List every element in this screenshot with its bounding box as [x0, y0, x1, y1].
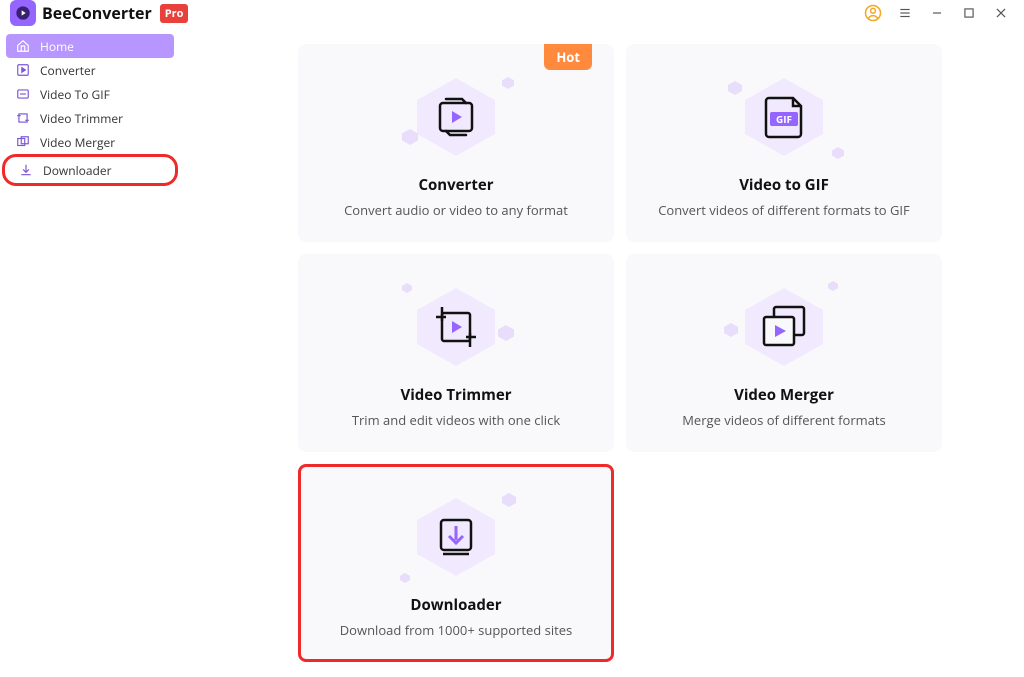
- sidebar-item-merger[interactable]: Video Merger: [6, 130, 174, 154]
- merger-icon: [724, 277, 844, 377]
- close-icon[interactable]: [992, 4, 1010, 22]
- merge-icon: [16, 135, 30, 149]
- sidebar: Home Converter Video To GIF Video Trimme…: [0, 26, 180, 677]
- brand-name: BeeConverter: [42, 2, 152, 24]
- sidebar-item-label: Video To GIF: [40, 86, 110, 103]
- downloader-icon: [396, 487, 516, 587]
- svg-text:GIF: GIF: [776, 112, 792, 126]
- card-title: Converter: [418, 175, 493, 195]
- sidebar-highlight: Downloader: [2, 154, 178, 186]
- minimize-icon[interactable]: [928, 4, 946, 22]
- card-merger[interactable]: Video Merger Merge videos of different f…: [626, 254, 942, 452]
- window-controls: [864, 4, 1014, 22]
- sidebar-item-downloader[interactable]: Downloader: [9, 158, 171, 182]
- account-icon[interactable]: [864, 4, 882, 22]
- sidebar-item-gif[interactable]: Video To GIF: [6, 82, 174, 106]
- gif-icon: [16, 87, 30, 101]
- card-desc: Convert audio or video to any format: [344, 201, 568, 219]
- card-trimmer[interactable]: Video Trimmer Trim and edit videos with …: [298, 254, 614, 452]
- card-converter[interactable]: Hot Converter Convert audio or vi: [298, 44, 614, 242]
- trim-icon: [16, 111, 30, 125]
- play-icon: [16, 63, 30, 77]
- download-icon: [19, 163, 33, 177]
- brand: BeeConverter Pro: [10, 0, 188, 26]
- brand-logo-icon: [10, 0, 36, 26]
- card-downloader[interactable]: Downloader Download from 1000+ supported…: [298, 464, 614, 662]
- trimmer-icon: [396, 277, 516, 377]
- card-desc: Convert videos of different formats to G…: [658, 201, 910, 219]
- gif-icon: GIF: [724, 67, 844, 167]
- sidebar-item-label: Video Trimmer: [40, 110, 123, 127]
- sidebar-item-converter[interactable]: Converter: [6, 58, 174, 82]
- card-title: Video Trimmer: [400, 385, 511, 405]
- sidebar-item-label: Home: [40, 38, 74, 55]
- main-content: Hot Converter Convert audio or vi: [180, 26, 1024, 677]
- maximize-icon[interactable]: [960, 4, 978, 22]
- sidebar-item-label: Converter: [40, 62, 96, 79]
- hot-badge: Hot: [544, 44, 592, 70]
- home-icon: [16, 39, 30, 53]
- card-title: Downloader: [410, 595, 501, 615]
- sidebar-item-label: Video Merger: [40, 134, 115, 151]
- card-desc: Download from 1000+ supported sites: [340, 621, 573, 639]
- sidebar-item-trimmer[interactable]: Video Trimmer: [6, 106, 174, 130]
- brand-pro-badge: Pro: [160, 4, 189, 23]
- card-gif[interactable]: GIF Video to GIF Convert videos of diffe…: [626, 44, 942, 242]
- title-bar: BeeConverter Pro: [0, 0, 1024, 26]
- card-title: Video Merger: [734, 385, 834, 405]
- converter-icon: [396, 67, 516, 167]
- card-desc: Trim and edit videos with one click: [352, 411, 560, 429]
- card-title: Video to GIF: [739, 175, 829, 195]
- sidebar-item-home[interactable]: Home: [6, 34, 174, 58]
- menu-icon[interactable]: [896, 4, 914, 22]
- card-desc: Merge videos of different formats: [682, 411, 886, 429]
- sidebar-item-label: Downloader: [43, 162, 111, 179]
- app-window: BeeConverter Pro: [0, 0, 1024, 677]
